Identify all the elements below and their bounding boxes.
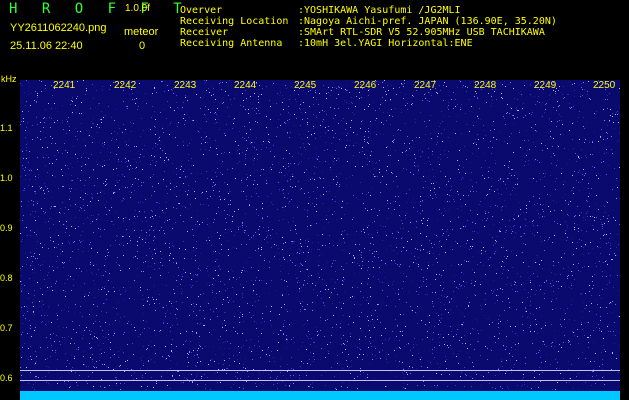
app-title: H R O F F T [9,1,190,17]
info-key: Receiving Antenna [180,38,283,49]
info-key: Receiving Location [180,16,289,27]
info-key: Receiver [180,27,229,38]
x-tick-label: 2250 [593,80,616,91]
x-tick-label: 2242 [114,80,137,91]
y-tick-label: 0.9 [0,223,13,233]
x-tick-label: 2249 [534,80,557,91]
x-tick-label: 2248 [474,80,497,91]
info-row-location: Receiving Location :Nagoya Aichi-pref. J… [180,16,557,27]
baseline-bar [20,391,620,400]
info-value: :10mH 3el.YAGI Horizontal:ENE [298,38,473,49]
y-tick-label: 1.1 [0,123,13,133]
info-row-observer: Overver :YOSHIKAWA Yasufumi /JG2MLI [180,5,557,16]
y-axis-unit: kHz [1,74,17,84]
datetime-label: 25.11.06 22:40 [10,40,83,52]
x-tick-label: 2246 [354,80,377,91]
x-tick-label: 2244 [234,80,257,91]
x-tick-label: 2243 [174,80,197,91]
info-row-antenna: Receiving Antenna :10mH 3el.YAGI Horizon… [180,38,557,49]
filename-label: YY2611062240.png [10,22,107,34]
y-tick-label: 0.7 [0,323,13,333]
reference-line [20,380,620,381]
spectrogram-noise [20,80,620,390]
info-value: :SMArt RTL-SDR V5 52.905MHz USB TACHIKAW… [298,27,545,38]
spectrogram-plot [20,80,620,400]
station-info: Overver :YOSHIKAWA Yasufumi /JG2MLI Rece… [180,5,557,49]
info-key: Overver [180,5,223,16]
x-tick-label: 2241 [53,80,76,91]
x-tick-label: 2247 [414,80,437,91]
header-panel: H R O F F T 1.0.0f YY2611062240.png 25.1… [0,0,629,80]
y-tick-label: 0.8 [0,273,13,283]
meteor-count: 0 [139,40,146,52]
reference-line [20,370,620,371]
version-label: 1.0.0f [125,3,151,14]
info-row-receiver: Receiver :SMArt RTL-SDR V5 52.905MHz USB… [180,27,557,38]
info-value: :Nagoya Aichi-pref. JAPAN (136.90E, 35.2… [298,16,557,27]
info-value: :YOSHIKAWA Yasufumi /JG2MLI [298,5,461,16]
meteor-label: meteor [124,26,159,38]
y-tick-label: 1.0 [0,173,13,183]
y-tick-label: 0.6 [0,373,13,383]
x-tick-label: 2245 [294,80,317,91]
